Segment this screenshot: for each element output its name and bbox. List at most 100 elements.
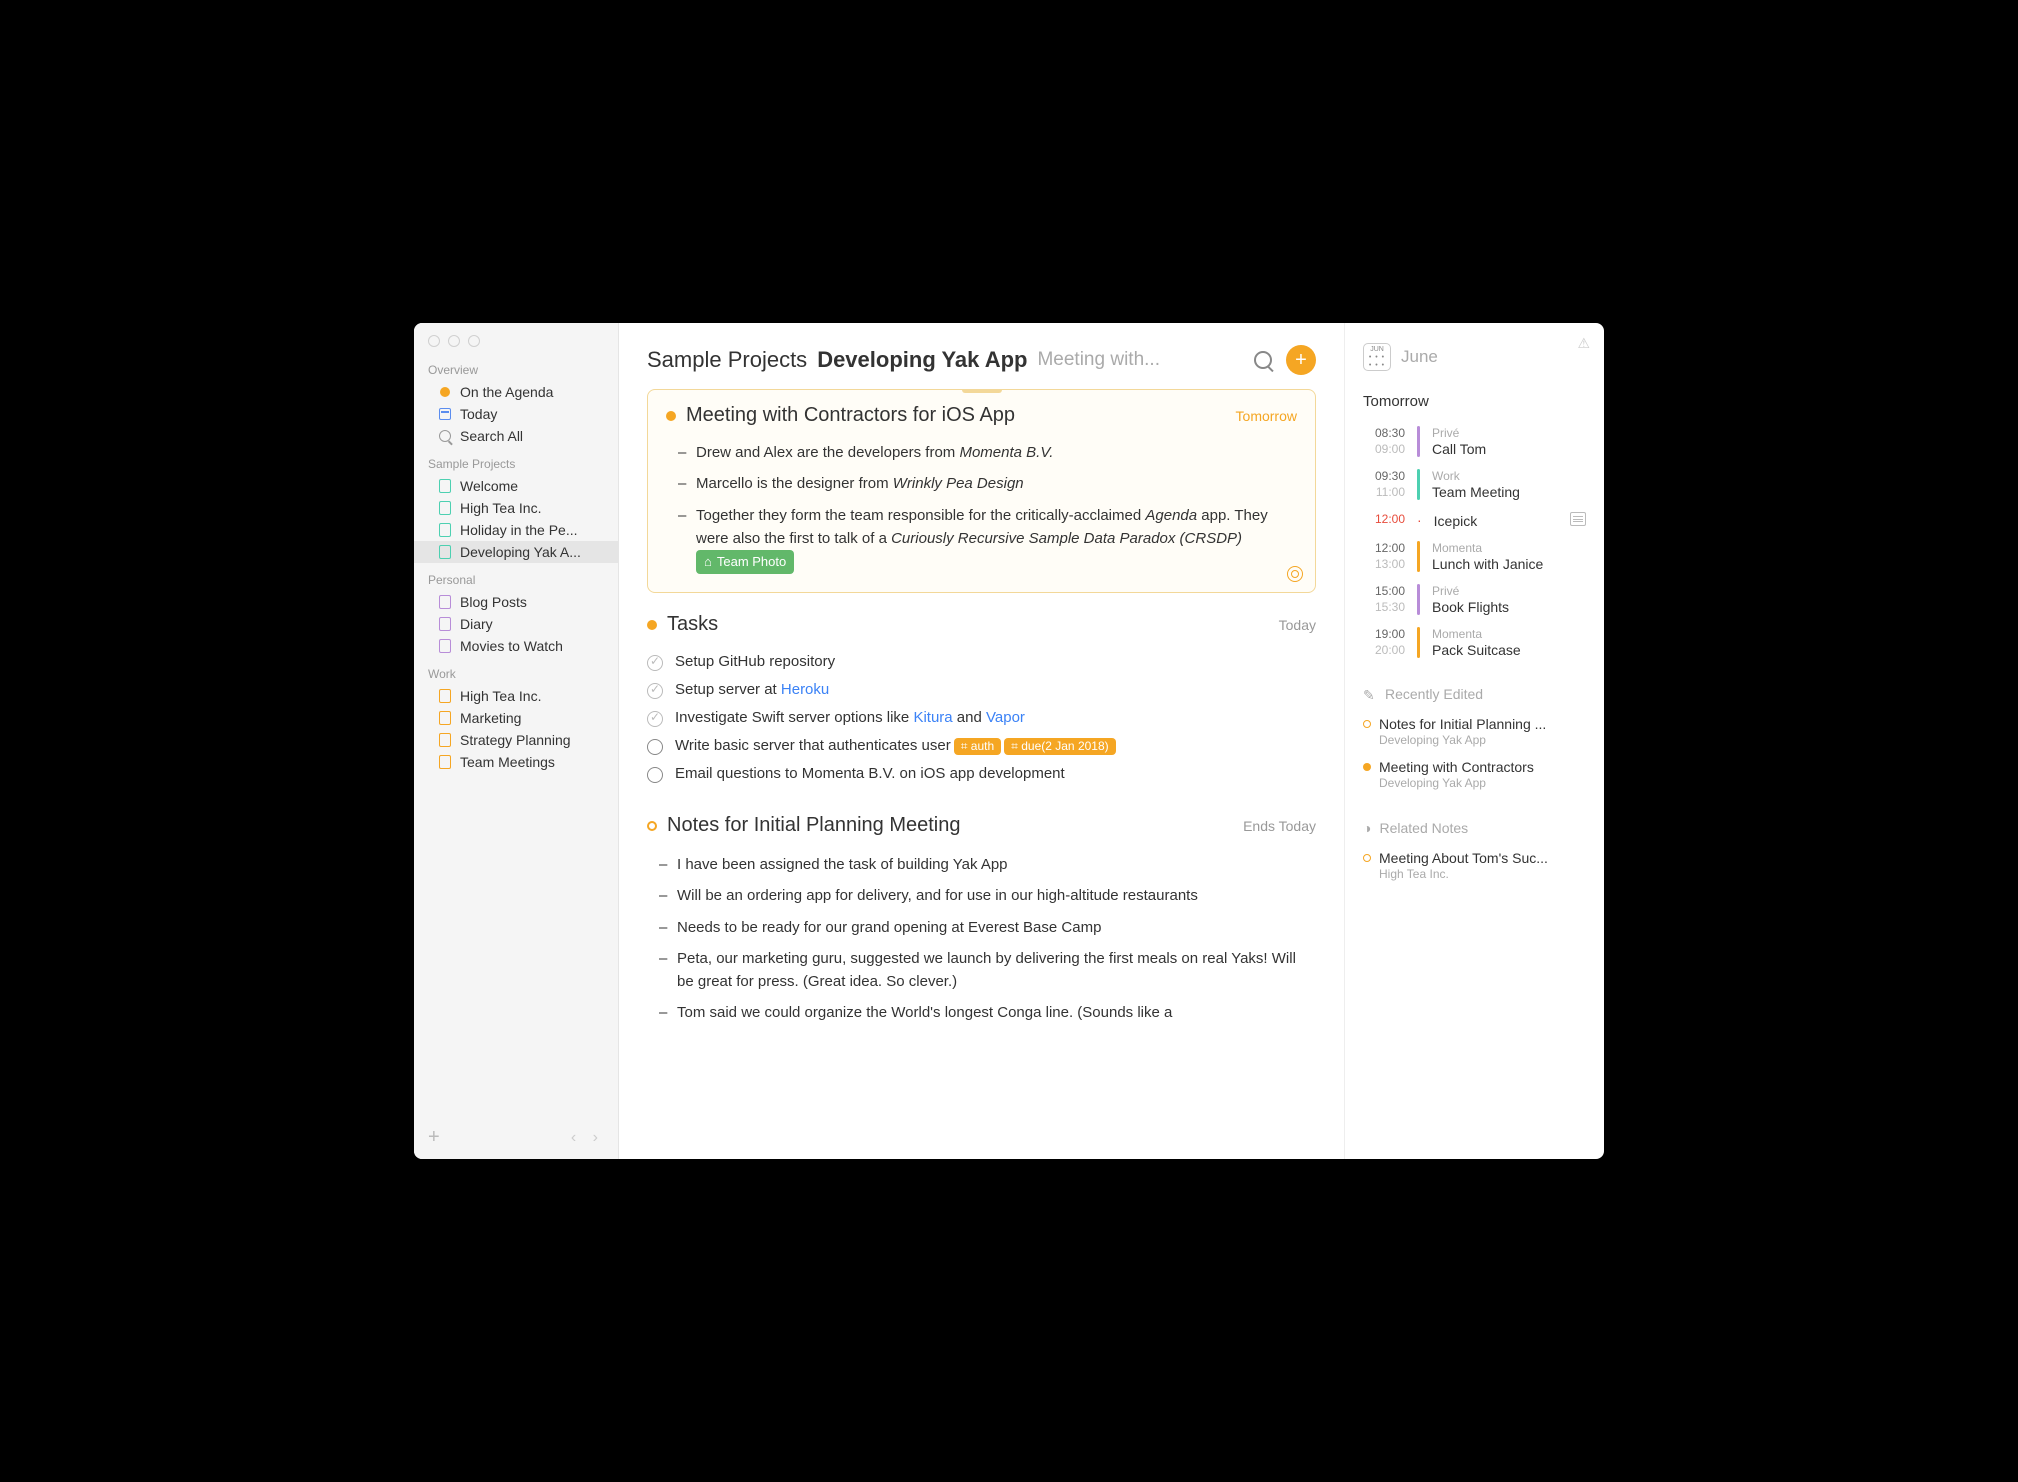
project-icon (438, 545, 452, 559)
sidebar-item-label: Marketing (460, 710, 521, 726)
tag-chip[interactable]: ⌗ due(2 Jan 2018) (1004, 738, 1116, 755)
sidebar-item-label: High Tea Inc. (460, 500, 541, 516)
attachment-chip[interactable]: ⌂Team Photo (696, 550, 794, 574)
sidebar-item-today[interactable]: Today (414, 403, 618, 425)
sidebar-item-label: Blog Posts (460, 594, 527, 610)
project-icon (438, 733, 452, 747)
project-icon (438, 711, 452, 725)
minimize-window[interactable] (448, 335, 460, 347)
event-end-time: 15:30 (1363, 600, 1405, 614)
sidebar-item-label: Today (460, 406, 497, 422)
note-title: Tasks (667, 613, 1269, 636)
calendar-section-label: Tomorrow (1345, 387, 1604, 420)
sidebar-item-search-all[interactable]: Search All (414, 425, 618, 447)
list-item-title: Meeting with Contractors (1379, 759, 1534, 775)
list-item[interactable]: Meeting About Tom's Suc...High Tea Inc. (1345, 846, 1604, 889)
header-actions: + (1254, 345, 1316, 375)
task-row: Setup server at Heroku (647, 676, 1316, 704)
breadcrumb-current[interactable]: Developing Yak App (817, 347, 1027, 373)
sidebar-item-welcome[interactable]: Welcome (414, 475, 618, 497)
note-bullet: Tom said we could organize the World's l… (665, 997, 1316, 1028)
note-bullet: Peta, our marketing guru, suggested we l… (665, 943, 1316, 998)
sidebar-item-work-high-tea[interactable]: High Tea Inc. (414, 685, 618, 707)
main-panel: Sample Projects Developing Yak App Meeti… (619, 323, 1344, 1159)
link[interactable]: Heroku (781, 681, 829, 698)
note-bullet: Needs to be ready for our grand opening … (665, 912, 1316, 943)
app-window: ⚠︎ Overview On the Agenda Today Search A… (414, 323, 1604, 1159)
sidebar-item-holiday[interactable]: Holiday in the Pe... (414, 519, 618, 541)
calendar-icon (438, 407, 452, 421)
list-item-title: Notes for Initial Planning ... (1379, 716, 1546, 732)
sidebar-item-team-meetings[interactable]: Team Meetings (414, 751, 618, 773)
sidebar-section-personal: Personal (414, 563, 618, 591)
event-row[interactable]: 12:00·Icepick (1345, 506, 1604, 535)
sidebar-item-strategy[interactable]: Strategy Planning (414, 729, 618, 751)
related-icon (1363, 820, 1371, 836)
event-row[interactable]: 09:3011:00WorkTeam Meeting (1345, 463, 1604, 506)
recently-edited-header: Recently Edited (1345, 664, 1604, 712)
sidebar-item-developing-yak[interactable]: Developing Yak A... (414, 541, 618, 563)
notes-scroll[interactable]: Meeting with Contractors for iOS App Tom… (619, 389, 1344, 1159)
event-row[interactable]: 19:0020:00MomentaPack Suitcase (1345, 621, 1604, 664)
month-label: June (1401, 347, 1438, 367)
breadcrumb-parent[interactable]: Sample Projects (647, 347, 807, 373)
status-dot-icon (1363, 763, 1371, 771)
event-row[interactable]: 08:3009:00PrivéCall Tom (1345, 420, 1604, 463)
task-checkbox[interactable] (647, 683, 663, 699)
event-color-bar (1417, 541, 1420, 572)
note-meeting-contractors[interactable]: Meeting with Contractors for iOS App Tom… (647, 389, 1316, 593)
sidebar-item-movies[interactable]: Movies to Watch (414, 635, 618, 657)
task-checkbox[interactable] (647, 739, 663, 755)
add-project-button[interactable]: + (428, 1126, 440, 1149)
event-calendar-name: Momenta (1432, 627, 1586, 641)
event-end-time: 13:00 (1363, 557, 1405, 571)
people-icon: ⌂ (704, 552, 712, 572)
sidebar-item-diary[interactable]: Diary (414, 613, 618, 635)
sidebar-item-blog-posts[interactable]: Blog Posts (414, 591, 618, 613)
task-checkbox[interactable] (647, 767, 663, 783)
sidebar-item-label: Team Meetings (460, 754, 555, 770)
note-bullet: Together they form the team responsible … (684, 500, 1297, 579)
close-window[interactable] (428, 335, 440, 347)
task-text: Investigate Swift server options like Ki… (675, 709, 1025, 726)
note-tasks[interactable]: Tasks Today Setup GitHub repository Setu… (647, 613, 1316, 788)
sidebar-section-work: Work (414, 657, 618, 685)
zoom-window[interactable] (468, 335, 480, 347)
sidebar-footer: + ‹ › (414, 1116, 618, 1159)
calendar-header[interactable]: JUN • • • • • • June (1345, 343, 1604, 387)
task-text: Setup server at Heroku (675, 681, 829, 698)
task-checkbox[interactable] (647, 711, 663, 727)
sidebar-item-high-tea[interactable]: High Tea Inc. (414, 497, 618, 519)
add-note-button[interactable]: + (1286, 345, 1316, 375)
task-checkbox[interactable] (647, 655, 663, 671)
event-calendar-name: Momenta (1432, 541, 1586, 555)
search-button[interactable] (1254, 351, 1272, 369)
note-initial-planning[interactable]: Notes for Initial Planning Meeting Ends … (647, 814, 1316, 1029)
event-title: Icepick (1434, 513, 1554, 529)
link[interactable]: Vapor (986, 709, 1025, 726)
event-row[interactable]: 15:0015:30PrivéBook Flights (1345, 578, 1604, 621)
sidebar-section-overview: Overview (414, 353, 618, 381)
sidebar-item-label: On the Agenda (460, 384, 553, 400)
task-row: Write basic server that authenticates us… (647, 732, 1316, 760)
gear-icon[interactable] (1287, 566, 1303, 582)
list-item[interactable]: Meeting with ContractorsDeveloping Yak A… (1345, 755, 1604, 798)
project-icon (438, 595, 452, 609)
task-row: Email questions to Momenta B.V. on iOS a… (647, 760, 1316, 788)
sidebar-item-marketing[interactable]: Marketing (414, 707, 618, 729)
agenda-ring-icon (647, 821, 657, 831)
history-nav[interactable]: ‹ › (571, 1129, 604, 1147)
agenda-dot-icon (666, 411, 676, 421)
recent-list: Notes for Initial Planning ...Developing… (1345, 712, 1604, 798)
list-item[interactable]: Notes for Initial Planning ...Developing… (1345, 712, 1604, 755)
link[interactable]: Kitura (913, 709, 952, 726)
sidebar-item-on-the-agenda[interactable]: On the Agenda (414, 381, 618, 403)
event-start-time: 19:00 (1363, 627, 1405, 641)
event-row[interactable]: 12:0013:00MomentaLunch with Janice (1345, 535, 1604, 578)
breadcrumb-trail[interactable]: Meeting with... (1037, 349, 1160, 371)
task-row: Setup GitHub repository (647, 648, 1316, 676)
project-icon (438, 617, 452, 631)
tag-chip[interactable]: ⌗ auth (954, 738, 1001, 755)
note-date-meta: Today (1279, 617, 1316, 633)
project-icon (438, 523, 452, 537)
